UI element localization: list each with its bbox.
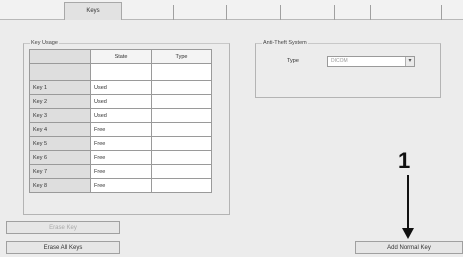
table-row[interactable]: Key 2 Used: [29, 94, 212, 109]
anti-theft-group: Anti-Theft System: [255, 40, 441, 98]
tab-separator: [441, 5, 442, 20]
row-header: Key 1: [29, 80, 91, 95]
erase-key-button[interactable]: Erase Key: [6, 221, 120, 234]
type-cell: [151, 178, 212, 193]
add-normal-key-button[interactable]: Add Normal Key: [355, 241, 463, 254]
column-header-key: [29, 49, 91, 64]
anti-theft-type-value: DICOM: [331, 58, 348, 64]
type-cell: [151, 94, 212, 109]
column-header-state: State: [90, 49, 152, 64]
tab-keys[interactable]: Keys: [64, 2, 122, 20]
row-header: Key 6: [29, 150, 91, 165]
callout-arrow-shaft: [407, 175, 409, 230]
row-header: Key 5: [29, 136, 91, 151]
key-usage-title: Key Usage: [30, 40, 59, 46]
state-cell: Used: [90, 80, 152, 95]
tab-4[interactable]: [281, 2, 334, 20]
type-cell: [151, 150, 212, 165]
type-cell: [151, 63, 212, 81]
key-programming-window: Keys Key Usage State Type Key 1 Used Key…: [0, 0, 463, 257]
type-cell: [151, 164, 212, 179]
table-row[interactable]: Key 6 Free: [29, 150, 212, 165]
state-cell: [90, 63, 152, 81]
table-row[interactable]: Key 1 Used: [29, 80, 212, 95]
row-header: Key 3: [29, 108, 91, 123]
state-cell: Free: [90, 178, 152, 193]
anti-theft-title: Anti-Theft System: [262, 40, 308, 46]
type-label: Type: [287, 58, 299, 64]
table-row[interactable]: [29, 63, 212, 81]
state-cell: Free: [90, 150, 152, 165]
state-cell: Free: [90, 136, 152, 151]
tab-6[interactable]: [371, 2, 441, 20]
row-header: Key 8: [29, 178, 91, 193]
table-row[interactable]: Key 8 Free: [29, 178, 212, 193]
type-cell: [151, 108, 212, 123]
arrow-down-icon: [402, 228, 414, 239]
type-cell: [151, 136, 212, 151]
type-cell: [151, 80, 212, 95]
row-header: [29, 63, 91, 81]
table-header-row: State Type: [29, 49, 212, 64]
anti-theft-type-select[interactable]: DICOM ▾: [327, 56, 415, 67]
chevron-down-icon[interactable]: ▾: [405, 57, 414, 66]
state-cell: Free: [90, 122, 152, 137]
tab-2[interactable]: [174, 2, 226, 20]
key-usage-table: State Type Key 1 Used Key 2 Used Key 3 U…: [29, 49, 212, 193]
column-header-type: Type: [151, 49, 212, 64]
erase-all-keys-button[interactable]: Erase All Keys: [6, 241, 120, 254]
tab-5[interactable]: [335, 2, 370, 20]
table-row[interactable]: Key 7 Free: [29, 164, 212, 179]
tab-3[interactable]: [227, 2, 280, 20]
row-header: Key 7: [29, 164, 91, 179]
tab-strip: Keys: [0, 0, 463, 20]
state-cell: Used: [90, 94, 152, 109]
callout-number: 1: [398, 148, 411, 173]
row-header: Key 2: [29, 94, 91, 109]
row-header: Key 4: [29, 122, 91, 137]
table-row[interactable]: Key 3 Used: [29, 108, 212, 123]
table-row[interactable]: Key 4 Free: [29, 122, 212, 137]
state-cell: Used: [90, 108, 152, 123]
table-row[interactable]: Key 5 Free: [29, 136, 212, 151]
type-cell: [151, 122, 212, 137]
state-cell: Free: [90, 164, 152, 179]
